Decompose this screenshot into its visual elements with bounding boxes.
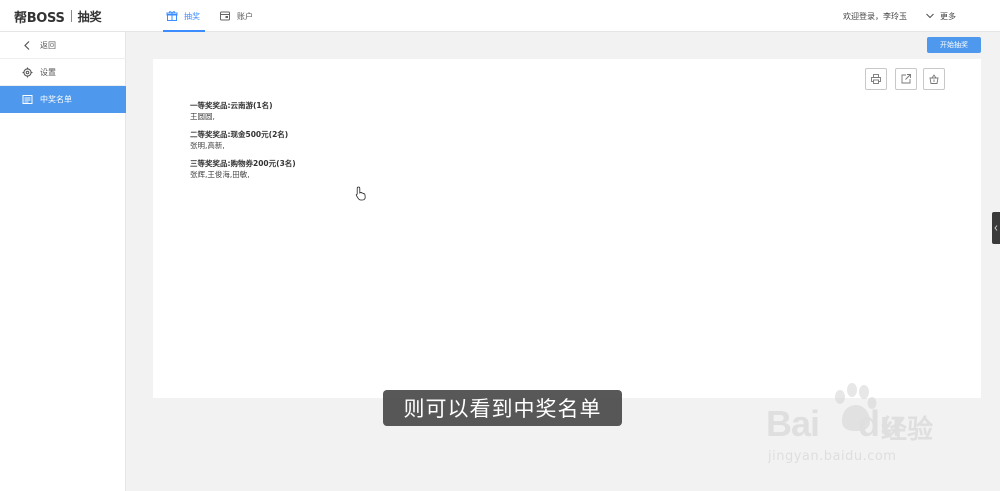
top-bar: 帮BOSS 抽奖 抽奖 账户 欢迎登录，李玲玉 更多: [0, 0, 1000, 32]
more-menu[interactable]: 更多: [925, 0, 956, 32]
more-label: 更多: [940, 11, 956, 21]
chevron-down-icon: [925, 11, 935, 21]
prize-list: 一等奖奖品:云南游(1名) 王圆圆, 二等奖奖品:现金500元(2名) 张明,高…: [190, 100, 590, 187]
sidebar-item-winners[interactable]: 中奖名单: [0, 86, 126, 113]
watermark-brand: Baidu: [766, 403, 859, 445]
sidebar-item-settings[interactable]: 设置: [0, 59, 126, 86]
clear-button[interactable]: [923, 68, 945, 90]
prize-winners: 王圆圆,: [190, 112, 215, 121]
watermark-url: jingyan.baidu.com: [768, 449, 897, 464]
print-button[interactable]: [865, 68, 887, 90]
watermark-cn: 经验: [881, 415, 934, 445]
logo-divider: [70, 10, 72, 22]
prize-winners: 张明,高新,: [190, 141, 225, 150]
clear-icon: [928, 70, 940, 89]
tab-account[interactable]: 账户: [219, 0, 259, 32]
module-name: 抽奖: [77, 9, 102, 24]
tab-lottery-label: 抽奖: [184, 11, 200, 21]
watermark-brand-part1: Bai: [766, 403, 820, 444]
gift-icon: [166, 10, 178, 22]
account-icon: [219, 10, 231, 22]
sidebar: 返回 设置 中奖名单: [0, 32, 126, 491]
sidebar-item-back[interactable]: 返回: [0, 32, 126, 59]
export-button[interactable]: [895, 68, 917, 90]
prize-group-third: 三等奖奖品:购物券200元(3名) 张辉,王俊海,田敏,: [190, 158, 590, 187]
sidebar-item-label: 中奖名单: [40, 95, 72, 104]
app-logo[interactable]: 帮BOSS 抽奖: [14, 7, 102, 26]
prize-title: 一等奖奖品:云南游(1名): [190, 101, 273, 110]
gear-icon: [22, 67, 33, 78]
video-caption: 则可以看到中奖名单: [383, 390, 622, 426]
side-collapse-handle[interactable]: [992, 212, 1000, 244]
export-icon: [900, 70, 912, 89]
prize-title: 二等奖奖品:现金500元(2名): [190, 130, 289, 139]
prize-title: 三等奖奖品:购物券200元(3名): [190, 159, 296, 168]
baidu-jingyan-watermark: Baidu du 经验 jingyan.baidu.com: [766, 383, 946, 473]
hand-cursor-icon: [355, 186, 367, 201]
winners-panel: 一等奖奖品:云南游(1名) 王圆圆, 二等奖奖品:现金500元(2名) 张明,高…: [153, 59, 981, 398]
welcome-text: 欢迎登录，李玲玉: [843, 11, 907, 21]
sidebar-item-label: 设置: [40, 67, 56, 77]
prize-group-first: 一等奖奖品:云南游(1名) 王圆圆,: [190, 100, 590, 129]
list-icon: [22, 94, 33, 105]
start-lottery-button[interactable]: 开始抽奖: [927, 37, 981, 53]
tab-account-label: 账户: [237, 11, 253, 21]
prize-winners: 张辉,王俊海,田敏,: [190, 170, 250, 179]
print-icon: [870, 70, 882, 89]
tab-lottery[interactable]: 抽奖: [163, 0, 205, 32]
brand-name: 帮BOSS: [14, 10, 65, 26]
sidebar-item-label: 返回: [40, 40, 56, 50]
prize-group-second: 二等奖奖品:现金500元(2名) 张明,高新,: [190, 129, 590, 158]
chevron-left-icon: [22, 40, 33, 51]
